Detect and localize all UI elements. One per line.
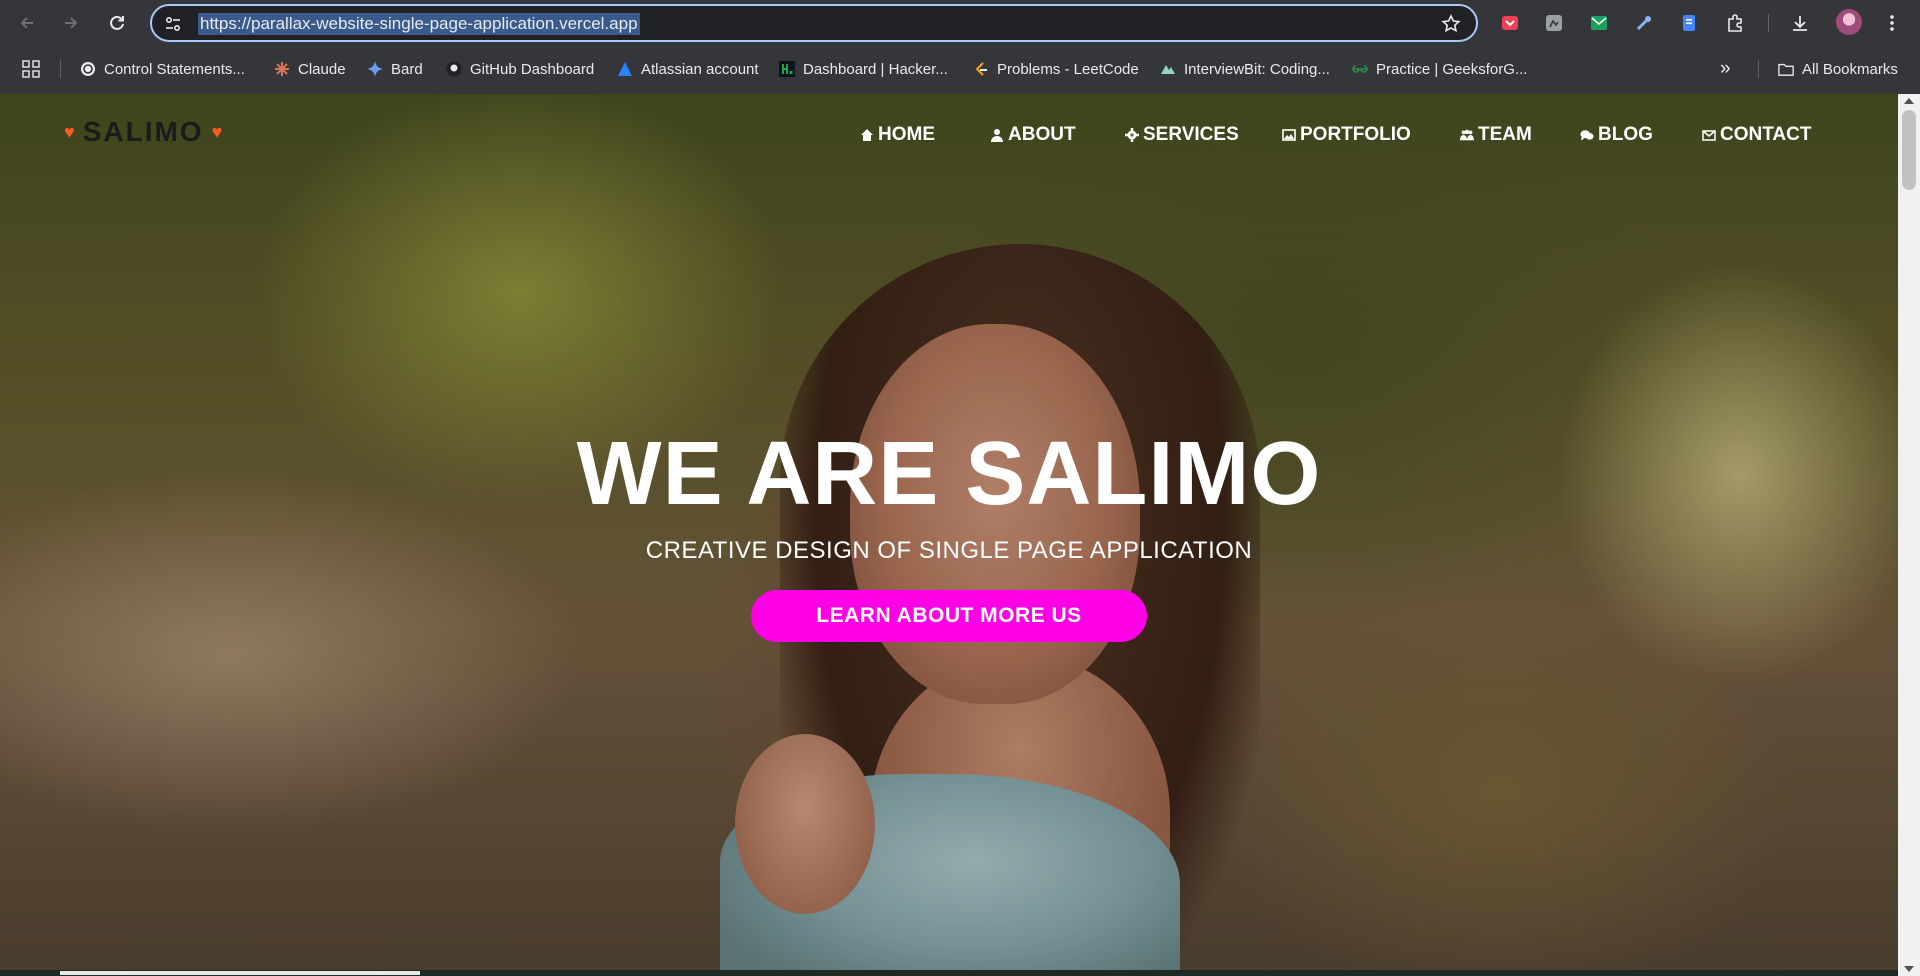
folder-icon <box>1778 61 1794 77</box>
claude-icon <box>274 61 290 77</box>
nav-portfolio[interactable]: PORTFOLIO <box>1282 120 1411 150</box>
horizontal-scroll-indicator <box>60 971 420 975</box>
scrollbar-thumb[interactable] <box>1902 110 1916 190</box>
all-bookmarks-label: All Bookmarks <box>1802 60 1898 78</box>
bookmark-label: Problems - LeetCode <box>997 60 1139 78</box>
interviewbit-icon <box>1160 61 1176 77</box>
atlassian-icon <box>617 61 633 77</box>
bookmark-item[interactable]: GitHub Dashboard <box>446 58 594 80</box>
bookmark-label: Practice | GeeksforG... <box>1376 60 1528 78</box>
nav-label: HOME <box>878 124 935 145</box>
forward-button[interactable] <box>56 8 86 38</box>
heart-icon: ♥ <box>64 122 75 142</box>
docs-extension-icon[interactable] <box>1677 11 1701 35</box>
bookmark-item[interactable]: Claude <box>274 58 346 80</box>
team-icon <box>1460 128 1474 142</box>
gear-icon <box>1125 128 1139 142</box>
bookmark-label: Dashboard | Hacker... <box>803 60 948 78</box>
bookmark-item[interactable]: Bard <box>367 58 423 80</box>
all-bookmarks-button[interactable]: All Bookmarks <box>1778 58 1898 80</box>
bookmark-label: GitHub Dashboard <box>470 60 595 78</box>
bookmark-item[interactable]: InterviewBit: Coding... <box>1160 58 1330 80</box>
nav-about[interactable]: ABOUT <box>990 120 1076 150</box>
browser-chrome: https://parallax-website-single-page-app… <box>0 0 1920 94</box>
url-text[interactable]: https://parallax-website-single-page-app… <box>198 13 640 35</box>
image-icon <box>1282 128 1296 142</box>
arrow-left-icon <box>20 17 33 29</box>
hero-title: WE ARE SALIMO <box>576 424 1322 524</box>
more-bookmarks-button[interactable]: » <box>1720 58 1731 80</box>
profile-avatar[interactable] <box>1836 9 1862 35</box>
openai-icon <box>80 61 96 77</box>
github-icon <box>446 61 462 77</box>
nav-label: BLOG <box>1598 124 1653 145</box>
logo-text: SALIMO <box>82 116 204 147</box>
bookmark-label: Atlassian account <box>641 60 759 78</box>
site-logo[interactable]: ♥ SALIMO ♥ <box>64 114 222 150</box>
nav-label: SERVICES <box>1143 124 1239 145</box>
nav-label: TEAM <box>1478 124 1532 145</box>
geeksforgeeks-icon <box>1352 61 1368 77</box>
bard-icon <box>367 61 383 77</box>
pocket-extension-icon[interactable] <box>1498 11 1522 35</box>
bookmark-item[interactable]: Atlassian account <box>617 58 759 80</box>
bookmark-label: Claude <box>298 60 346 78</box>
chevron-double-right-icon: » <box>1720 58 1731 79</box>
browser-toolbar: https://parallax-website-single-page-app… <box>0 0 1920 46</box>
nav-team[interactable]: TEAM <box>1460 120 1532 150</box>
bookmark-item[interactable]: Control Statements... <box>80 58 245 80</box>
arrow-right-icon <box>65 17 78 29</box>
toolbar-divider <box>1768 14 1769 32</box>
bookmark-label: Bard <box>391 60 423 78</box>
bottom-edge <box>0 970 1898 976</box>
extension-gray-icon[interactable] <box>1542 11 1566 35</box>
learn-more-button[interactable]: LEARN ABOUT MORE US <box>751 590 1147 642</box>
hero-subtitle: CREATIVE DESIGN OF SINGLE PAGE APPLICATI… <box>645 537 1253 564</box>
bookmarks-bar: Control Statements... Claude Bard GitHub… <box>0 50 1920 88</box>
mail-icon <box>1702 128 1716 142</box>
site-navbar: ♥ SALIMO ♥ HOME ABOUT SERVICES PORTFOLIO… <box>0 94 1898 174</box>
nav-contact[interactable]: CONTACT <box>1702 120 1811 150</box>
nav-home[interactable]: HOME <box>860 120 935 150</box>
bookmark-item[interactable]: Problems - LeetCode <box>973 58 1139 80</box>
nav-label: CONTACT <box>1720 124 1812 145</box>
nav-services[interactable]: SERVICES <box>1125 120 1239 150</box>
page-viewport: ♥ SALIMO ♥ HOME ABOUT SERVICES PORTFOLIO… <box>0 94 1898 976</box>
hero-content: WE ARE SALIMO CREATIVE DESIGN OF SINGLE … <box>0 424 1898 642</box>
nav-label: PORTFOLIO <box>1300 124 1411 145</box>
bookmark-label: Control Statements... <box>104 60 245 78</box>
scroll-down-icon[interactable] <box>1904 966 1914 972</box>
nav-label: ABOUT <box>1008 124 1076 145</box>
eyedropper-extension-icon[interactable] <box>1632 11 1656 35</box>
bookmark-item[interactable]: Dashboard | Hacker... <box>779 58 948 80</box>
site-info-icon[interactable] <box>162 13 184 35</box>
bookmarks-divider <box>60 60 61 78</box>
page-scrollbar[interactable] <box>1898 94 1920 976</box>
back-button[interactable] <box>12 8 42 38</box>
leetcode-icon <box>973 61 989 77</box>
nav-blog[interactable]: BLOG <box>1580 120 1653 150</box>
user-icon <box>990 128 1004 142</box>
bookmarks-divider <box>1758 60 1759 78</box>
chat-icon <box>1580 128 1594 142</box>
mail-extension-icon[interactable] <box>1587 11 1611 35</box>
bookmark-star-icon[interactable] <box>1440 13 1462 35</box>
apps-grid-icon[interactable] <box>22 58 40 80</box>
heart-icon: ♥ <box>211 122 223 142</box>
reload-icon <box>110 15 124 30</box>
reload-button[interactable] <box>102 8 132 38</box>
address-bar[interactable]: https://parallax-website-single-page-app… <box>150 4 1478 42</box>
scroll-up-icon[interactable] <box>1904 98 1914 104</box>
bookmark-item[interactable]: Practice | GeeksforG... <box>1352 58 1527 80</box>
menu-kebab-icon[interactable] <box>1880 11 1904 35</box>
bookmark-label: InterviewBit: Coding... <box>1184 60 1330 78</box>
hackerrank-icon <box>779 61 795 77</box>
home-icon <box>860 128 874 142</box>
extensions-puzzle-icon[interactable] <box>1723 11 1747 35</box>
download-icon[interactable] <box>1788 11 1812 35</box>
